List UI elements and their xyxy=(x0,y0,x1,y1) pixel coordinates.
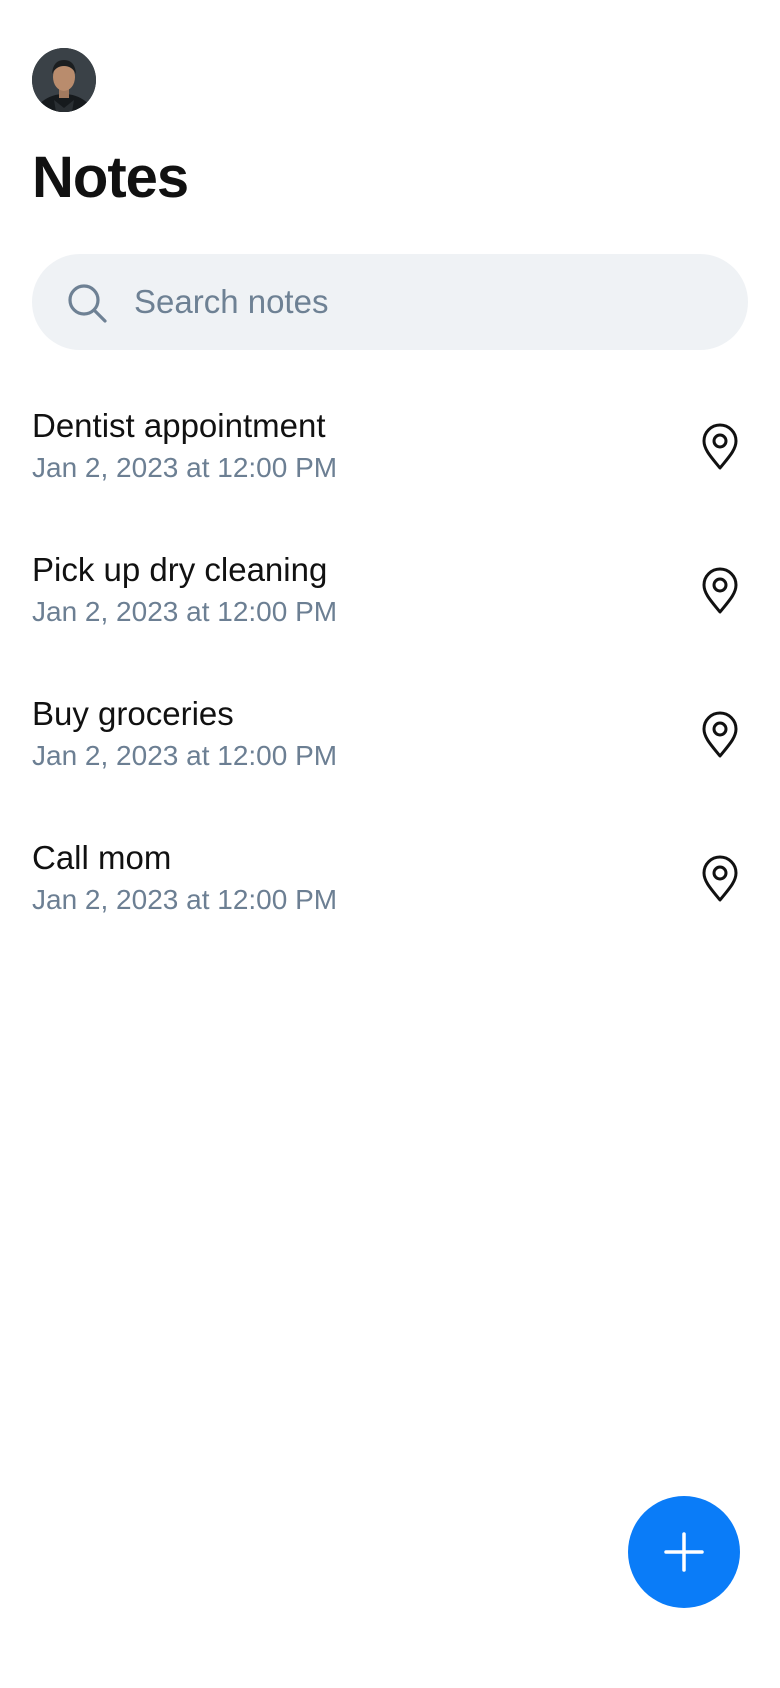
note-date: Jan 2, 2023 at 12:00 PM xyxy=(32,452,338,483)
avatar[interactable] xyxy=(32,48,96,112)
note-date: Jan 2, 2023 at 12:00 PM xyxy=(32,884,338,915)
note-title: Buy groceries xyxy=(32,695,234,732)
add-note-button[interactable] xyxy=(628,1496,740,1608)
location-pin-icon[interactable] xyxy=(700,855,740,903)
note-title: Dentist appointment xyxy=(32,407,326,444)
search-icon xyxy=(68,284,107,323)
location-pin-icon[interactable] xyxy=(700,423,740,471)
note-date: Jan 2, 2023 at 12:00 PM xyxy=(32,596,338,627)
note-item-pick-up-dry-cleaning[interactable]: Pick up dry cleaning Jan 2, 2023 at 12:0… xyxy=(0,528,780,672)
location-pin-icon[interactable] xyxy=(700,567,740,615)
note-item-buy-groceries[interactable]: Buy groceries Jan 2, 2023 at 12:00 PM xyxy=(0,672,780,816)
search-bar[interactable] xyxy=(32,254,748,350)
note-item-call-mom[interactable]: Call mom Jan 2, 2023 at 12:00 PM xyxy=(0,816,780,960)
note-date: Jan 2, 2023 at 12:00 PM xyxy=(32,740,338,771)
note-title: Pick up dry cleaning xyxy=(32,551,328,588)
search-input[interactable] xyxy=(134,254,714,350)
location-pin-icon[interactable] xyxy=(700,711,740,759)
notes-list: Dentist appointment Jan 2, 2023 at 12:00… xyxy=(0,384,780,960)
note-item-dentist-appointment[interactable]: Dentist appointment Jan 2, 2023 at 12:00… xyxy=(0,384,780,528)
notes-screen: Notes Dentist appointment Jan 2, 2023 at… xyxy=(0,0,780,1688)
user-avatar-icon xyxy=(32,48,96,112)
page-title: Notes xyxy=(32,145,189,210)
note-title: Call mom xyxy=(32,839,172,876)
plus-icon xyxy=(664,1532,704,1572)
